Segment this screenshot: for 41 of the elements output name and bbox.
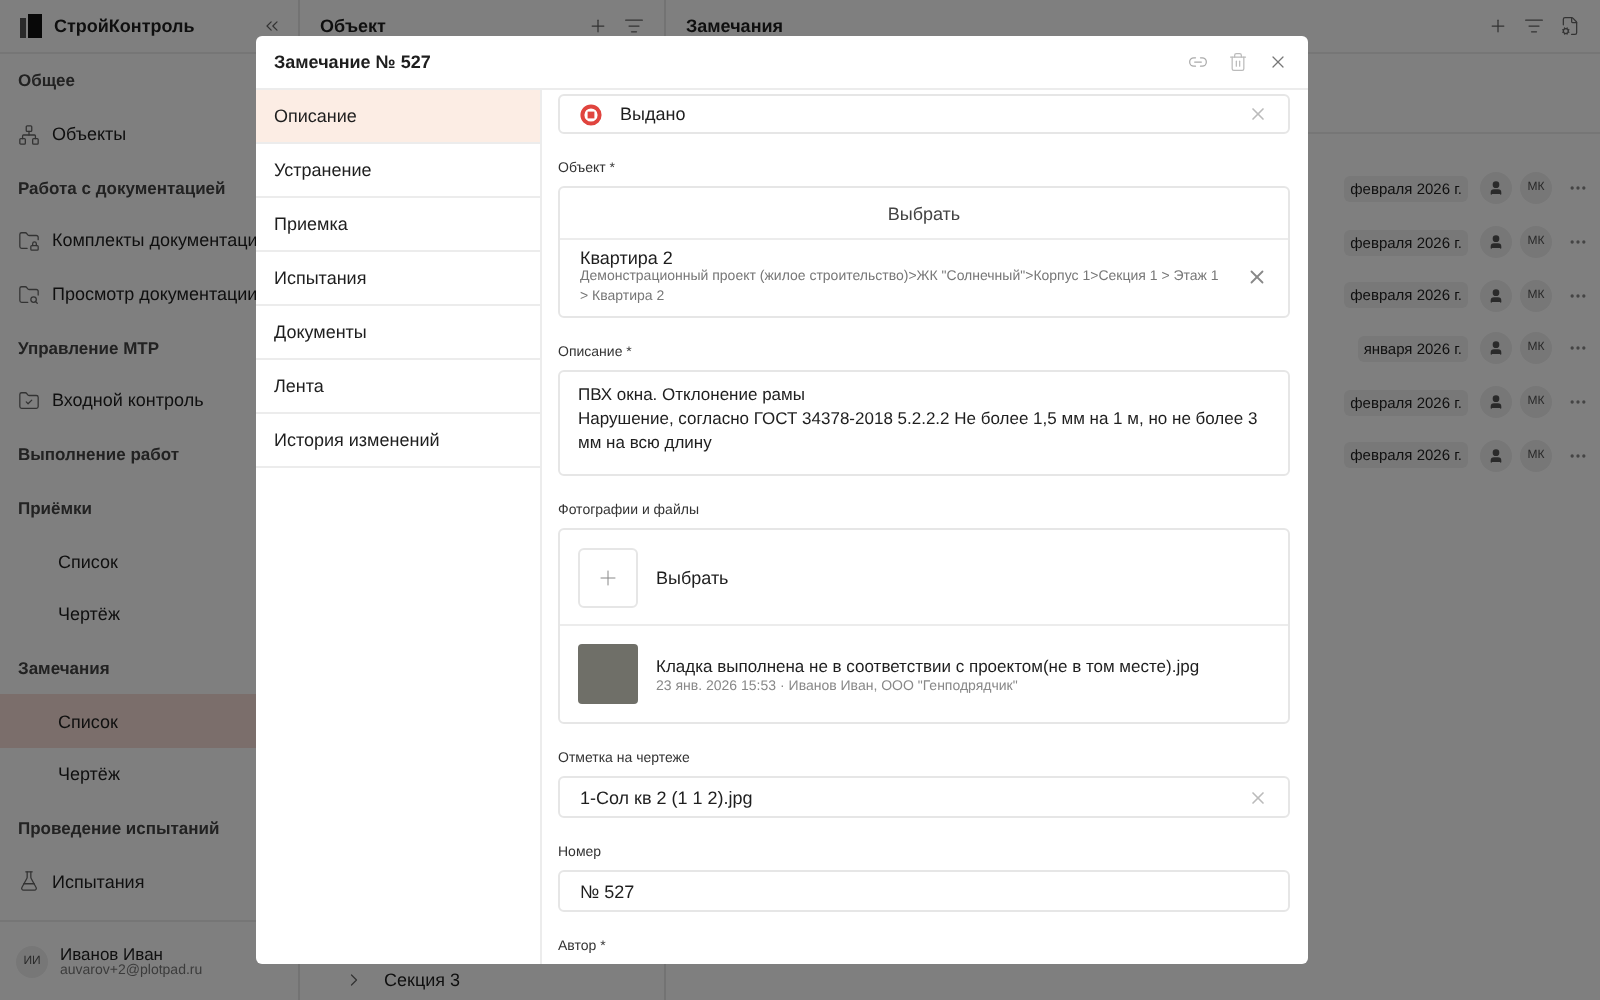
user-avatar [1480, 172, 1512, 205]
description-field[interactable]: ПВХ окна. Отклонение рамы Нарушение, согласно ГОСТ 34378-2018 5.2.2.2 Не более 1,5 мм на 1 м, но не более 3 мм на всю длину [558, 370, 1290, 477]
section-title: Замечания [16, 655, 112, 682]
select-button[interactable]: Выбрать [560, 188, 1288, 241]
plus-icon [596, 565, 620, 590]
photo-placeholder [578, 644, 638, 705]
status-icon [580, 103, 602, 126]
add-icon[interactable] [588, 16, 608, 36]
user-avatar [1480, 226, 1512, 259]
select-link[interactable]: Выбрать [656, 567, 729, 588]
user-avatar [1480, 386, 1512, 419]
user-avatar [1480, 279, 1512, 312]
number-field[interactable]: № 527 [558, 870, 1290, 913]
nav-tab[interactable]: Описание [256, 90, 540, 144]
add-icon[interactable] [1488, 16, 1508, 36]
clear-icon[interactable] [1248, 787, 1268, 808]
building-logo-icon [20, 14, 42, 38]
dialog-title: Замечание № 527 [274, 52, 433, 72]
object-name: Квартира 2 [580, 248, 675, 269]
app-name: СтройКонтроль [54, 16, 197, 36]
file-settings-icon[interactable] [1560, 16, 1580, 36]
clear-icon[interactable] [1248, 104, 1268, 125]
user-avatar [1480, 439, 1512, 472]
filter-icon[interactable] [1524, 16, 1544, 36]
tree-item[interactable]: Секция 3 [300, 960, 664, 1000]
clear-icon[interactable] [1246, 266, 1268, 289]
file-name[interactable]: Кладка выполнена не в соответствии с проектом(не в том месте).jpg [656, 655, 1200, 676]
link-icon[interactable] [1188, 52, 1208, 72]
delete-icon[interactable] [1228, 52, 1248, 72]
sidebar-item[interactable]: Испытания [0, 854, 298, 908]
user-name: Иванов Иван [60, 944, 164, 964]
panel-title: Замечания [686, 16, 786, 36]
collapse-icon[interactable] [262, 16, 282, 36]
section-title: Проведение испытаний [16, 815, 222, 842]
close-icon[interactable] [1268, 52, 1288, 72]
panel-title: Объект [320, 16, 388, 36]
drawing-field[interactable]: 1-Сол кв 2 (1 1 2).jpg [558, 776, 1290, 819]
section-title: Приёмки [16, 495, 95, 522]
user-avatar [1480, 332, 1512, 365]
filter-icon[interactable] [624, 16, 644, 36]
status-field[interactable]: Выдано [558, 94, 1290, 135]
